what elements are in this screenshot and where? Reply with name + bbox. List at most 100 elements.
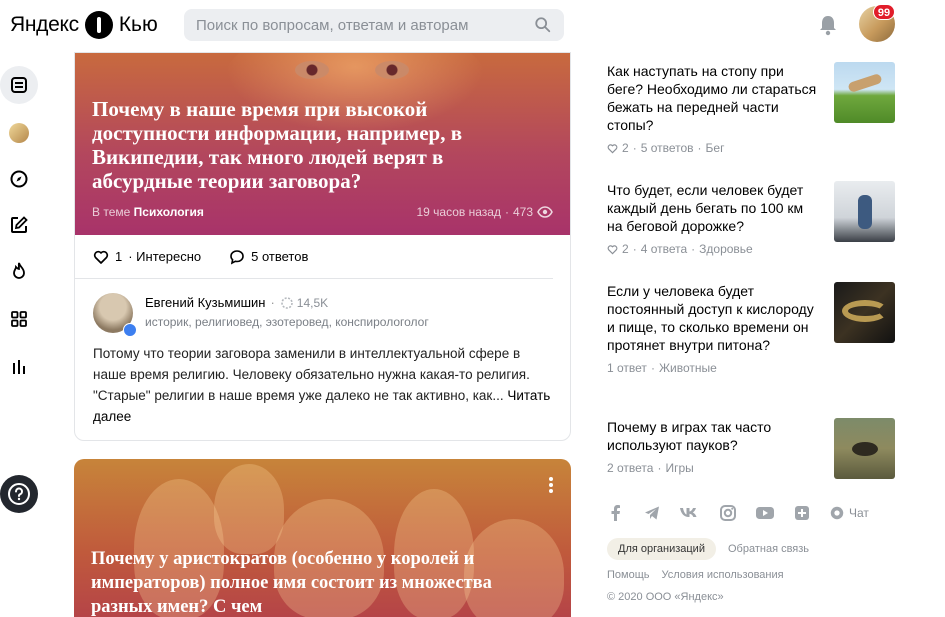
profile-avatar[interactable] — [0, 114, 38, 152]
youtube-icon[interactable] — [755, 504, 775, 522]
related-question-meta: 2 · 4 ответа · Здоровье — [607, 242, 897, 256]
facebook-icon[interactable] — [607, 504, 625, 522]
cover-figure — [214, 464, 284, 554]
related-question[interactable]: Что будет, если человек будет каждый ден… — [607, 181, 897, 256]
logo[interactable]: Яндекс Кью — [10, 11, 158, 39]
meta-separator: · — [504, 205, 509, 219]
question-meta: В теме Психология 19 часов назад · 473 — [92, 205, 553, 219]
telegram-icon[interactable] — [643, 504, 661, 522]
question-title[interactable]: Почему в наше время при высокой доступно… — [92, 97, 492, 193]
copyright: © 2020 ООО «Яндекс» — [607, 591, 724, 603]
fire-icon[interactable] — [0, 252, 38, 290]
cover-eye-left — [295, 61, 329, 79]
topic-link[interactable]: Животные — [659, 361, 717, 375]
related-question[interactable]: Как наступать на стопу при беге? Необход… — [607, 62, 897, 155]
eye-icon — [537, 206, 553, 218]
topic-link[interactable]: Психология — [134, 205, 204, 219]
terms-link[interactable]: Условия использования — [662, 569, 784, 581]
author-separator: · — [270, 295, 275, 310]
topic-link[interactable]: Здоровье — [699, 242, 753, 256]
thumbnail-treadmill-runner — [858, 195, 872, 229]
thumbnail-spider — [852, 442, 878, 456]
interesting-button[interactable]: 1 · Интересно — [93, 249, 201, 265]
compass-icon[interactable] — [0, 160, 38, 198]
question-title-2[interactable]: Почему у аристократов (особенно у короле… — [91, 547, 511, 617]
answers-count: 1 ответ — [607, 361, 647, 375]
help-link[interactable]: Помощь — [607, 569, 650, 581]
more-icon[interactable] — [549, 477, 553, 493]
related-question[interactable]: Если у человека будет постоянный доступ … — [607, 282, 897, 375]
search-bar[interactable] — [184, 9, 564, 41]
likes-label: · Интересно — [128, 249, 202, 264]
chat-label: Чат — [849, 506, 869, 520]
thumbnail-python — [842, 300, 888, 322]
cover-eye-right — [375, 61, 409, 79]
question-thumbnail[interactable] — [834, 181, 895, 242]
top-header: Яндекс Кью 99 — [0, 0, 945, 52]
for-organizations-button[interactable]: Для организаций — [607, 538, 716, 560]
answers-count: 5 ответов — [640, 141, 694, 155]
topic-prefix: В теме — [92, 205, 131, 219]
social-links: Чат — [607, 504, 869, 522]
comment-icon — [230, 249, 244, 264]
feed-icon[interactable] — [0, 66, 38, 104]
question-stats: 19 часов назад · 473 — [417, 205, 554, 219]
chat-link[interactable]: Чат — [829, 505, 869, 521]
heart-icon[interactable] — [607, 244, 618, 255]
author-score: 14,5K — [296, 295, 329, 310]
related-question-meta: 1 ответ · Животные — [607, 361, 717, 375]
question-card-2[interactable]: Почему у аристократов (особенно у короле… — [74, 459, 571, 617]
search-input[interactable] — [184, 9, 514, 41]
instagram-icon[interactable] — [719, 504, 737, 522]
question-time: 19 часов назад — [416, 205, 501, 219]
logo-mark-icon — [84, 11, 113, 39]
verified-icon — [123, 323, 137, 337]
footer-links: Для организаций Обратная связь — [607, 538, 809, 560]
copyright-text: © 2020 ООО «Яндекс» — [607, 591, 724, 603]
vk-icon[interactable] — [679, 504, 701, 522]
related-question-meta: 2 · 5 ответов · Бег — [607, 141, 897, 155]
notification-badge[interactable]: 99 — [873, 4, 895, 20]
question-thumbnail[interactable] — [834, 62, 895, 123]
related-question-title[interactable]: Если у человека будет постоянный доступ … — [607, 282, 819, 354]
author-header: Евгений Кузьмишин · 14,5K — [145, 295, 328, 310]
edit-icon[interactable] — [0, 206, 38, 244]
stats-icon[interactable] — [0, 348, 38, 386]
answers-count: 2 ответа — [607, 461, 654, 475]
author-bio: историк, религиовед, эзотеровед, конспир… — [145, 315, 429, 329]
question-cover-2[interactable]: Почему у аристократов (особенно у короле… — [74, 459, 571, 617]
help-button[interactable] — [0, 475, 38, 513]
answer-text: Потому что теории заговора заменили в ин… — [93, 346, 530, 403]
logo-product: Кью — [118, 13, 158, 36]
answer-preview[interactable]: Потому что теории заговора заменили в ин… — [93, 343, 555, 427]
author-name[interactable]: Евгений Кузьмишин — [145, 295, 265, 310]
author-rating: 14,5K — [280, 296, 328, 310]
related-question-title[interactable]: Почему в играх так часто используют паук… — [607, 418, 819, 454]
question-cover[interactable]: Почему в наше время при высокой доступно… — [75, 53, 570, 235]
topic-link[interactable]: Игры — [665, 461, 693, 475]
answer-author[interactable]: Евгений Кузьмишин · 14,5K историк, религ… — [75, 279, 570, 337]
related-question-title[interactable]: Как наступать на стопу при беге? Необход… — [607, 62, 819, 134]
answers-button[interactable]: 5 ответов — [229, 249, 308, 265]
topic-link[interactable]: Бег — [706, 141, 725, 155]
question-icon — [8, 483, 30, 505]
question-thumbnail[interactable] — [834, 418, 895, 479]
heart-icon — [93, 250, 109, 264]
logo-brand: Яндекс — [10, 13, 79, 36]
likes-count: 2 — [622, 242, 629, 256]
search-icon[interactable] — [534, 16, 552, 34]
bell-icon[interactable] — [818, 14, 838, 36]
answers-count: 4 ответа — [640, 242, 688, 256]
question-card[interactable]: Почему в наше время при высокой доступно… — [74, 52, 571, 441]
likes-count: 2 — [622, 141, 629, 155]
plus-icon[interactable] — [793, 504, 811, 522]
question-actions: 1 · Интересно 5 ответов — [75, 235, 553, 279]
topic-info: В теме Психология — [92, 205, 204, 219]
related-question-title[interactable]: Что будет, если человек будет каждый ден… — [607, 181, 819, 235]
feedback-link[interactable]: Обратная связь — [728, 543, 809, 555]
grid-icon[interactable] — [0, 300, 38, 338]
related-question[interactable]: Почему в играх так часто используют паук… — [607, 418, 897, 479]
heart-icon[interactable] — [607, 143, 618, 154]
question-thumbnail[interactable] — [834, 282, 895, 343]
rail-avatar-image — [9, 123, 29, 143]
